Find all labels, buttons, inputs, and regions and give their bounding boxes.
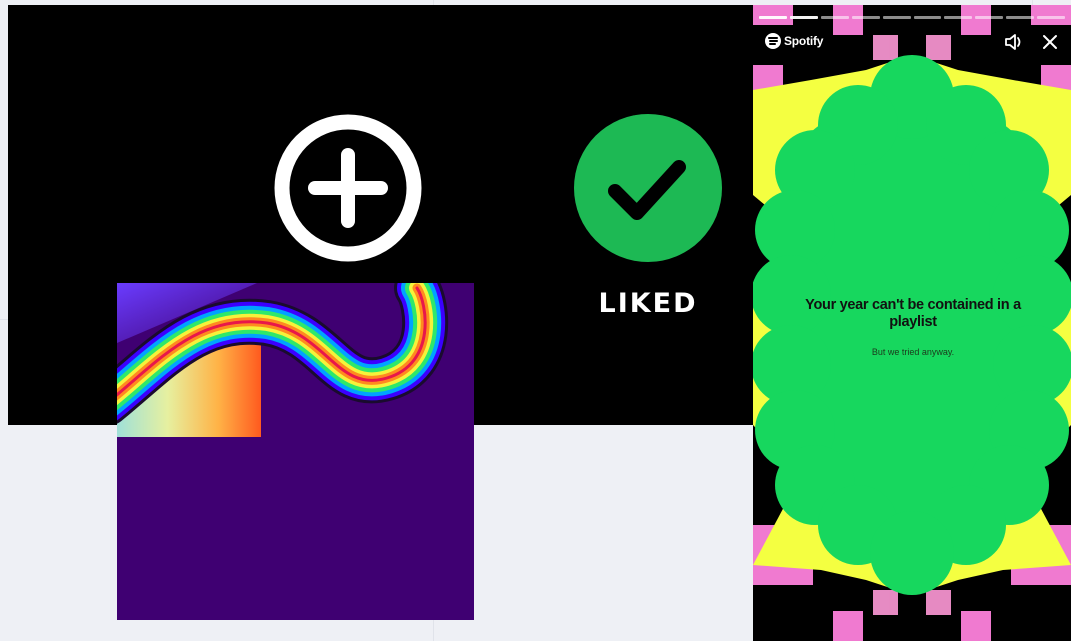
liked-label: LIKED (598, 288, 698, 319)
story-progress-segment (759, 16, 787, 19)
story-progress-segment (820, 16, 849, 19)
story-progress-segment (851, 16, 880, 19)
close-button[interactable] (1040, 32, 1060, 52)
spotify-logo-icon (765, 33, 781, 49)
story-progress-segment (975, 16, 1004, 19)
album-artwork (117, 283, 474, 620)
volume-button[interactable] (1004, 32, 1026, 52)
plus-circle-icon (274, 114, 422, 262)
story-subtitle: But we tried anyway. (871, 347, 955, 357)
wrapped-story-card[interactable]: Spotify Your year can't be contained in … (753, 5, 1071, 641)
story-progress-segment (944, 16, 973, 19)
album-artwork-image (117, 283, 474, 620)
volume-icon (1005, 34, 1021, 50)
story-progress-segment (913, 16, 942, 19)
liked-button[interactable] (573, 113, 723, 263)
story-progress-bar (759, 16, 1066, 19)
check-circle-icon (574, 114, 722, 262)
spotify-wordmark: Spotify (784, 34, 824, 48)
add-to-library-button[interactable] (273, 113, 423, 263)
story-progress-segment (1006, 16, 1035, 19)
close-icon (1043, 35, 1057, 49)
story-progress-segment (882, 16, 911, 19)
story-title: Your year can't be contained in a playli… (805, 297, 1021, 330)
story-progress-segment (1037, 16, 1066, 19)
spotify-logo: Spotify (765, 33, 823, 49)
story-progress-segment (789, 16, 818, 19)
